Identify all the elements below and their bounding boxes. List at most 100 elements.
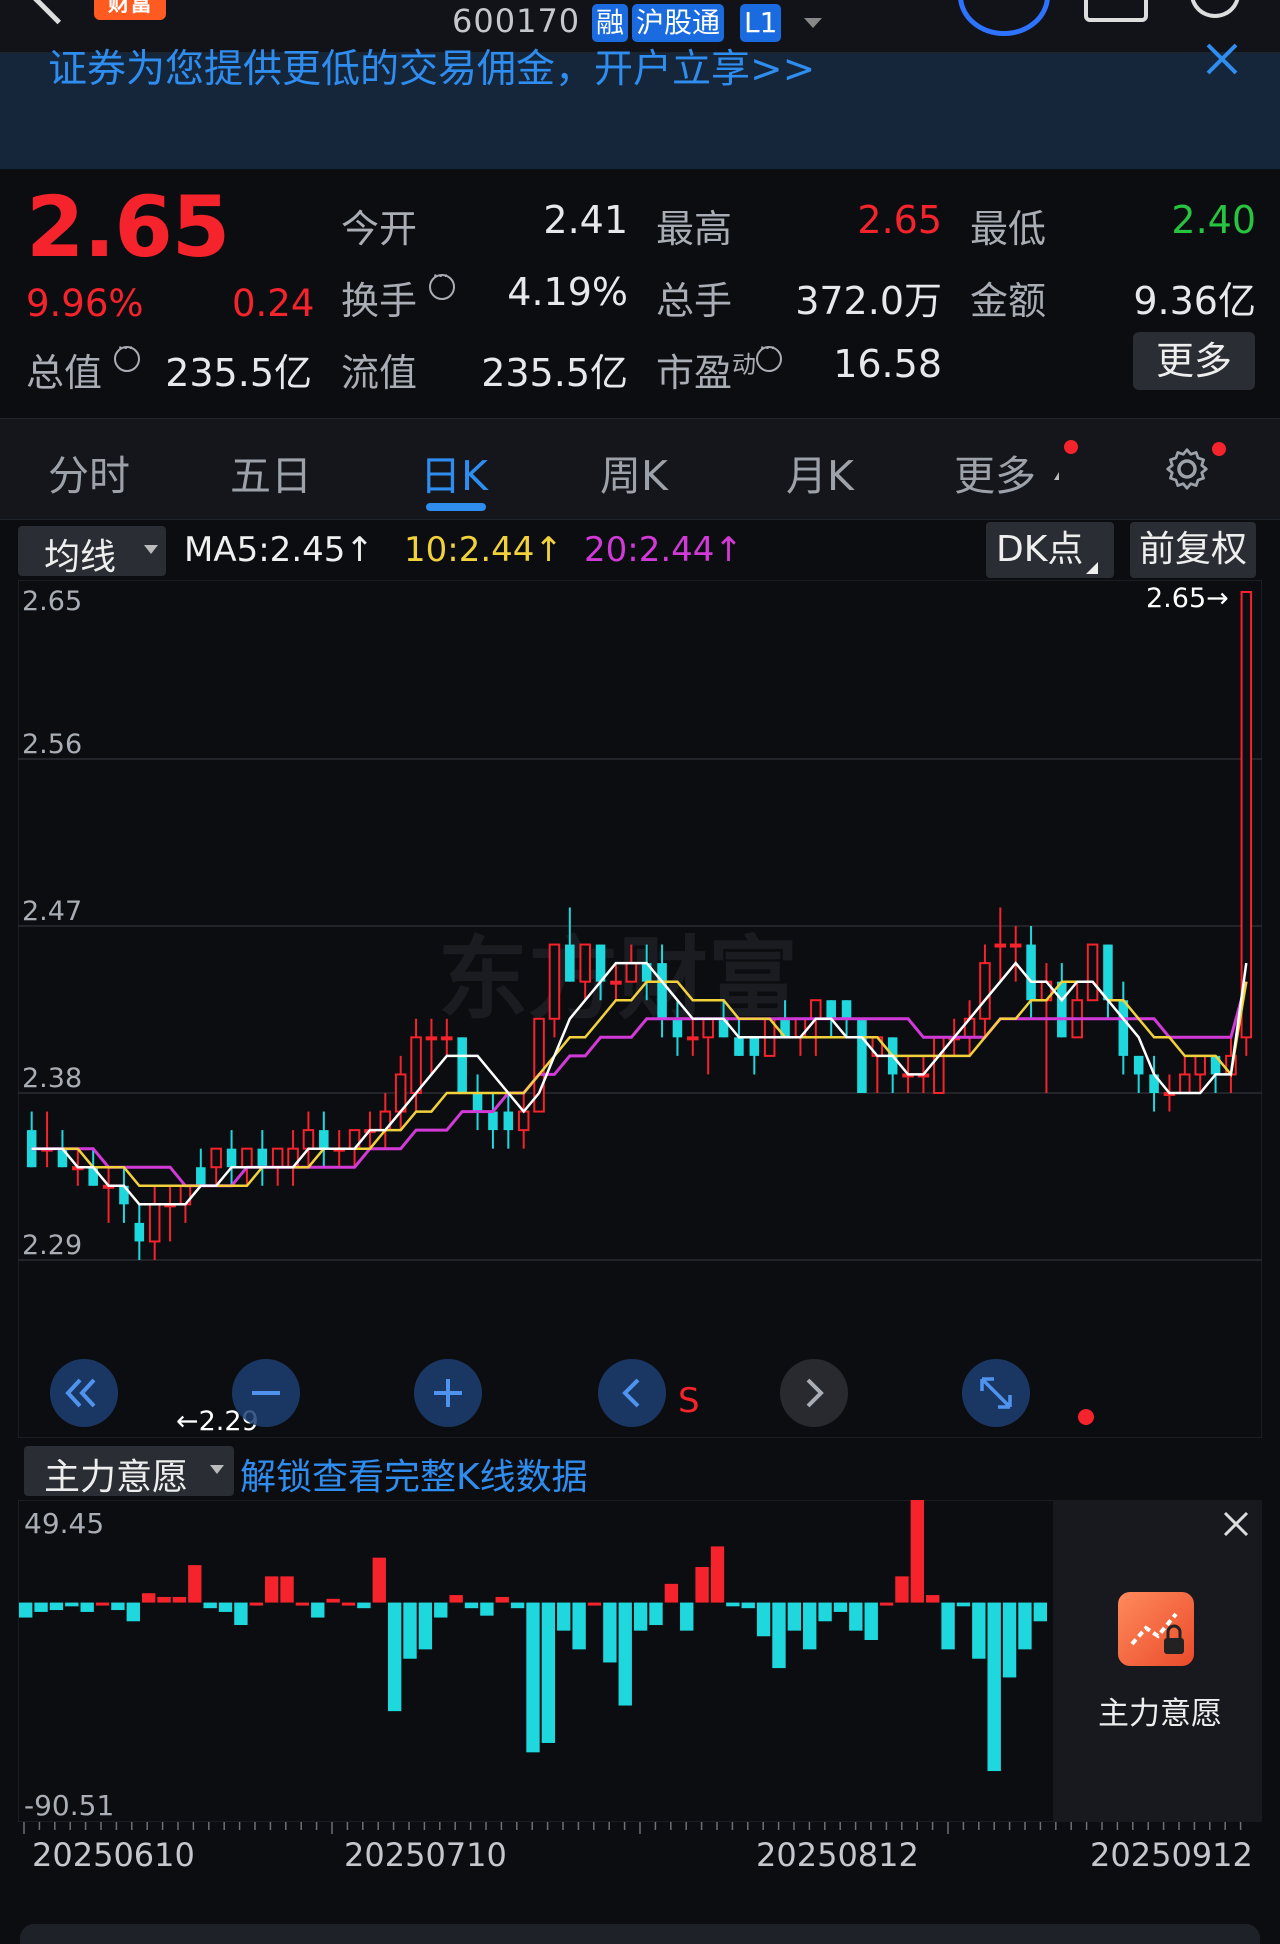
indicator-max-label: 49.45	[24, 1507, 104, 1540]
float-cap-label: 流值	[341, 351, 418, 395]
chevron-down-icon[interactable]	[210, 1465, 224, 1474]
bottom-sheet-handle[interactable]	[20, 1924, 1260, 1944]
indicator-bar	[249, 1602, 263, 1606]
close-icon[interactable]	[1222, 1510, 1250, 1538]
indicator-bar	[264, 1576, 279, 1603]
candle	[425, 1036, 438, 1041]
indicator-lock-label: 主力意愿	[1098, 1696, 1222, 1732]
date-label: 20250812	[756, 1836, 919, 1874]
chevron-down-icon[interactable]	[804, 18, 822, 28]
indicator-bar	[65, 1602, 79, 1607]
watermark: 东方财富	[438, 927, 798, 1032]
info-icon[interactable]	[429, 264, 456, 300]
candle	[457, 1037, 467, 1093]
y-tick-label: 2.47	[22, 896, 82, 927]
scroll-left-fast-button[interactable]	[50, 1359, 118, 1427]
candle	[657, 963, 667, 1019]
turnover-value: 4.19%	[507, 270, 628, 314]
chevron-down-icon[interactable]	[144, 545, 158, 554]
indicator-bar	[803, 1602, 817, 1650]
indicator-bar	[464, 1602, 479, 1609]
gear-icon[interactable]	[1164, 446, 1210, 492]
candle	[548, 943, 561, 1020]
scroll-left-button[interactable]	[598, 1359, 666, 1427]
margin-tag: 融	[592, 4, 629, 42]
promo-banner-text[interactable]: 证券为您提供更低的交易佣金，开户立享>>	[48, 38, 815, 94]
candle	[517, 1110, 530, 1132]
indicator-bar	[418, 1602, 433, 1650]
candle	[210, 1147, 222, 1169]
candle	[625, 962, 638, 983]
candle	[241, 1147, 253, 1169]
ma-selector-label[interactable]: 均线	[44, 528, 116, 580]
info-icon[interactable]	[114, 336, 141, 372]
indicator-bar	[480, 1602, 494, 1616]
candle	[302, 1129, 315, 1150]
candle	[565, 944, 575, 982]
float-cap-value: 235.5亿	[481, 351, 628, 395]
indicator-bar	[141, 1593, 156, 1603]
indicator-selector-label[interactable]: 主力意愿	[44, 1448, 188, 1500]
indicator-bar	[188, 1565, 202, 1603]
stock-code: 600170	[452, 2, 581, 40]
indicator-bar	[649, 1602, 663, 1626]
tab-daily-k[interactable]: 日K	[420, 442, 488, 502]
indicator-bar	[495, 1596, 509, 1603]
indicator-min-label: -90.51	[24, 1789, 114, 1822]
low-value: 2.40	[1171, 198, 1256, 242]
date-label: 20250912	[1090, 1836, 1253, 1874]
indicator-bar	[726, 1602, 740, 1607]
candle	[841, 1000, 852, 1019]
message-icon[interactable]	[1084, 0, 1148, 22]
market-cap-value: 235.5亿	[165, 351, 312, 395]
candle	[979, 962, 991, 1020]
candle	[610, 980, 622, 985]
indicator-bar	[95, 1602, 110, 1606]
current-price: 2.65	[26, 178, 230, 276]
zoom-in-button[interactable]	[414, 1359, 482, 1427]
scroll-right-button[interactable]	[780, 1359, 848, 1427]
amount-label: 金额	[970, 279, 1047, 323]
candle	[503, 1111, 514, 1131]
fullscreen-button[interactable]	[962, 1359, 1030, 1427]
candle	[749, 1037, 760, 1056]
indicator-bar	[926, 1595, 940, 1603]
indicator-bar	[387, 1602, 402, 1712]
tab-monthly-k[interactable]: 月K	[786, 442, 854, 502]
indicator-bar	[372, 1557, 386, 1603]
indicator-bar	[972, 1602, 986, 1659]
candle	[810, 999, 822, 1020]
candle	[319, 1130, 329, 1149]
indicator-bar	[449, 1595, 463, 1603]
volume-label: 总手	[656, 279, 733, 323]
unlock-kline-link[interactable]: 解锁查看完整K线数据	[240, 1448, 588, 1500]
indicator-bar	[218, 1602, 233, 1612]
tab-more[interactable]: 更多	[954, 442, 1036, 502]
notification-dot	[1212, 442, 1226, 456]
kline-chart[interactable]: 东方财富 2.652.562.472.382.29 2.65→ ←2.29 S	[18, 580, 1262, 1438]
tab-five-day[interactable]: 五日	[230, 442, 312, 502]
tab-intraday[interactable]: 分时	[48, 442, 130, 502]
ma10-value: 10:2.44↑	[404, 530, 563, 570]
indicator-bar	[956, 1602, 971, 1607]
close-icon[interactable]	[1200, 37, 1244, 81]
more-stats-button[interactable]: 更多	[1133, 332, 1255, 390]
candle	[672, 1018, 683, 1038]
indicator-bar	[787, 1602, 802, 1631]
locked-chart-icon[interactable]	[1118, 1592, 1194, 1666]
indicator-bar	[234, 1602, 248, 1626]
indicator-bar	[126, 1602, 140, 1622]
info-icon[interactable]	[756, 336, 783, 372]
open-value: 2.41	[543, 198, 628, 242]
indicator-bar	[587, 1602, 602, 1606]
tab-weekly-k[interactable]: 周K	[600, 442, 668, 502]
open-label: 今开	[341, 207, 418, 251]
y-tick-label: 2.38	[22, 1063, 82, 1094]
indicator-bar	[941, 1602, 955, 1650]
indicator-bar	[1018, 1602, 1032, 1650]
high-label: 最高	[656, 207, 733, 251]
turnover-label: 换手	[341, 264, 456, 325]
indicator-bar	[172, 1596, 187, 1603]
zoom-out-button[interactable]	[232, 1359, 300, 1427]
adjust-button[interactable]: 前复权	[1130, 522, 1256, 578]
